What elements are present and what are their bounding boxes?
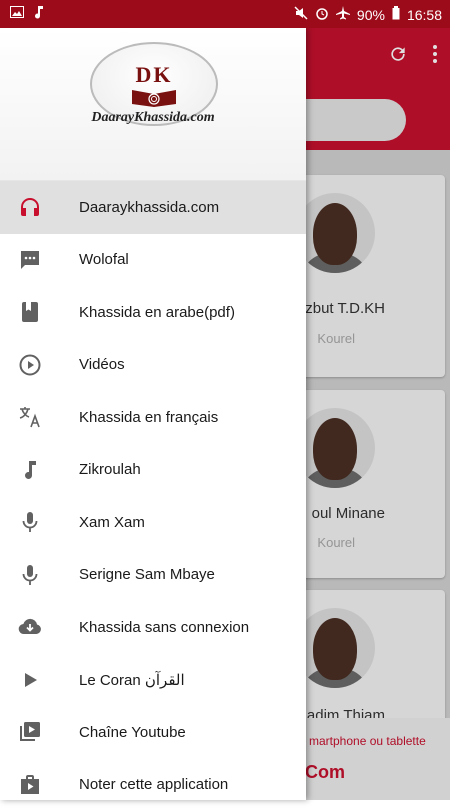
shop-icon xyxy=(18,773,42,797)
play-arrow-icon xyxy=(18,668,42,692)
menu-item-wolofal[interactable]: Wolofal xyxy=(0,234,306,287)
menu-item-label: Xam Xam xyxy=(79,514,145,531)
menu-item-zikroulah[interactable]: Zikroulah xyxy=(0,444,306,497)
menu-item-daaraykhassida[interactable]: Daaraykhassida.com xyxy=(0,181,306,234)
cloud-download-icon xyxy=(18,615,42,639)
drawer-header: DK DaarayKhassida.com xyxy=(0,28,306,181)
navigation-drawer: DK DaarayKhassida.com Daaraykhassida.com… xyxy=(0,28,306,800)
mute-icon xyxy=(294,6,308,23)
menu-item-label: Serigne Sam Mbaye xyxy=(79,566,215,583)
menu-item-xam-xam[interactable]: Xam Xam xyxy=(0,496,306,549)
drawer-menu: Daaraykhassida.com Wolofal Khassida en a… xyxy=(0,181,306,811)
microphone-icon xyxy=(18,510,42,534)
book-emblem-icon xyxy=(130,86,178,108)
menu-item-chaine-youtube[interactable]: Chaîne Youtube xyxy=(0,706,306,759)
status-bar: 90% 16:58 xyxy=(0,0,450,28)
chat-bubble-icon xyxy=(18,248,42,272)
headphones-icon xyxy=(18,195,42,219)
menu-item-label: Wolofal xyxy=(79,251,129,268)
logo-site-name: DaarayKhassida.com xyxy=(0,110,306,126)
music-icon xyxy=(34,5,44,22)
menu-item-label: Zikroulah xyxy=(79,461,141,478)
menu-item-khassida-arabe[interactable]: Khassida en arabe(pdf) xyxy=(0,286,306,339)
battery-icon xyxy=(392,6,400,23)
menu-item-label: Daaraykhassida.com xyxy=(79,199,219,216)
menu-item-khassida-francais[interactable]: Khassida en français xyxy=(0,391,306,444)
menu-item-label: Khassida en français xyxy=(79,409,218,426)
menu-item-label: Chaîne Youtube xyxy=(79,724,186,741)
airplane-icon xyxy=(336,6,350,23)
alarm-icon xyxy=(315,6,329,23)
menu-item-sans-connexion[interactable]: Khassida sans connexion xyxy=(0,601,306,654)
image-icon xyxy=(10,6,24,21)
play-circle-icon xyxy=(18,353,42,377)
menu-item-label: Vidéos xyxy=(79,356,125,373)
menu-item-label: Khassida en arabe(pdf) xyxy=(79,304,235,321)
menu-item-label: Le Coran القرآن xyxy=(79,671,185,689)
logo-initials: DK xyxy=(92,62,216,88)
menu-item-serigne-sam-mbaye[interactable]: Serigne Sam Mbaye xyxy=(0,549,306,602)
menu-item-label: Noter cette application xyxy=(79,776,228,793)
music-note-icon xyxy=(18,458,42,482)
microphone-icon xyxy=(18,563,42,587)
battery-percent: 90% xyxy=(357,7,385,23)
menu-item-le-coran[interactable]: Le Coran القرآن xyxy=(0,654,306,707)
menu-item-label: Khassida sans connexion xyxy=(79,619,249,636)
translate-icon xyxy=(18,405,42,429)
menu-item-videos[interactable]: Vidéos xyxy=(0,339,306,392)
video-library-icon xyxy=(18,720,42,744)
book-icon xyxy=(18,300,42,324)
clock-time: 16:58 xyxy=(407,7,442,23)
menu-item-noter-application[interactable]: Noter cette application xyxy=(0,759,306,811)
